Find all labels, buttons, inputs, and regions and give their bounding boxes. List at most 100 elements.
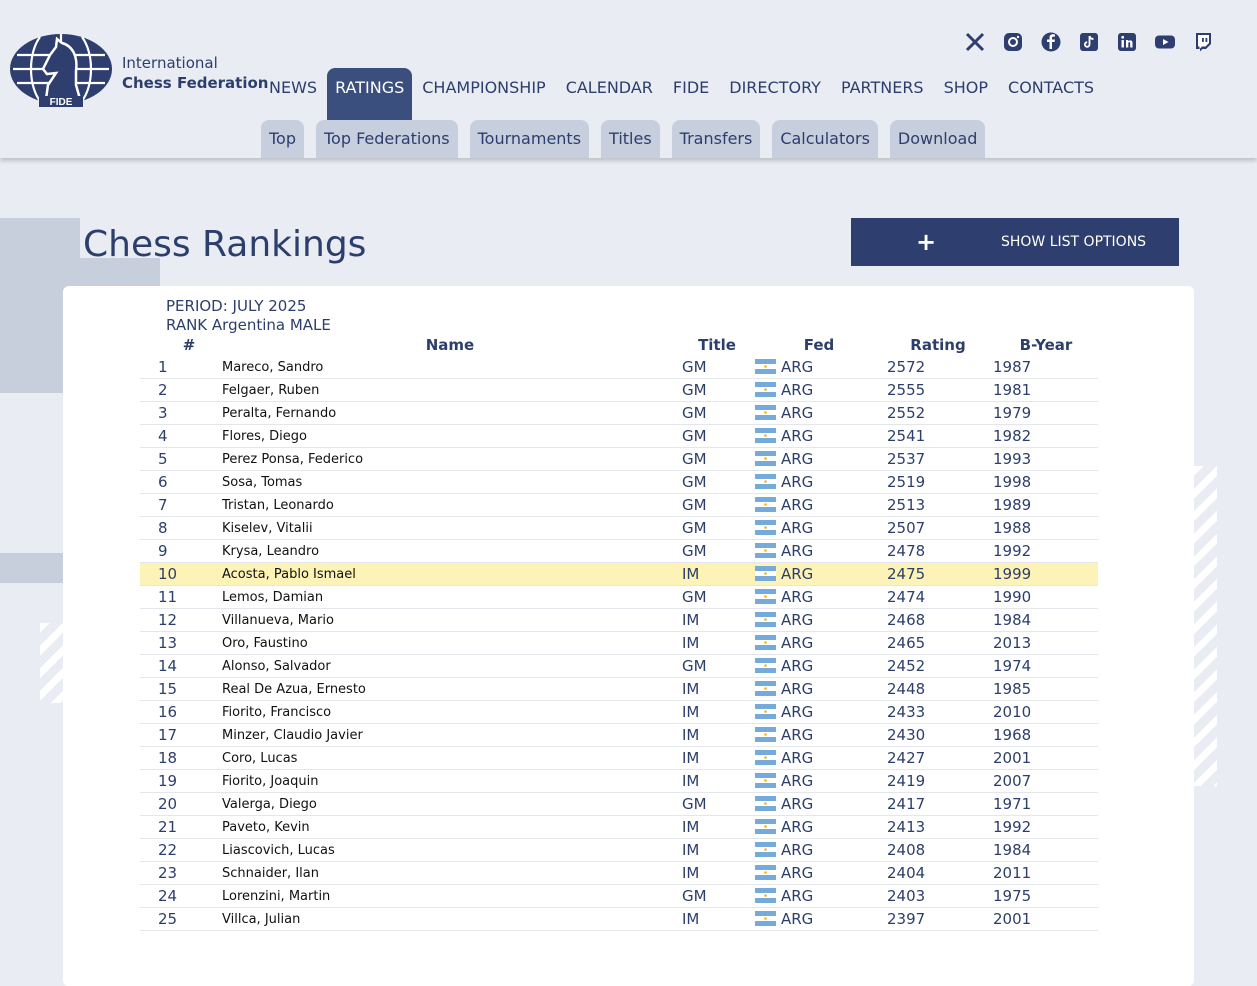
- player-name-link[interactable]: Paveto, Kevin: [222, 816, 310, 840]
- nav-news[interactable]: NEWS: [259, 68, 327, 120]
- table-row[interactable]: 19 Fiorito, Joaquin IM ARG 2419 2007: [140, 770, 1098, 793]
- player-name-link[interactable]: Alonso, Salvador: [222, 655, 331, 679]
- fide-logo[interactable]: FIDE: [10, 33, 112, 107]
- rank-cell: 17: [158, 726, 178, 744]
- table-row[interactable]: 14 Alonso, Salvador GM ARG 2452 1974: [140, 655, 1098, 678]
- table-row[interactable]: 13 Oro, Faustino IM ARG 2465 2013: [140, 632, 1098, 655]
- table-row[interactable]: 11 Lemos, Damian GM ARG 2474 1990: [140, 586, 1098, 609]
- player-name-link[interactable]: Tristan, Leonardo: [222, 494, 334, 518]
- show-list-options-button[interactable]: + SHOW LIST OPTIONS: [851, 218, 1179, 266]
- x-icon[interactable]: [964, 31, 986, 53]
- table-row[interactable]: 7 Tristan, Leonardo GM ARG 2513 1989: [140, 494, 1098, 517]
- table-row[interactable]: 18 Coro, Lucas IM ARG 2427 2001: [140, 747, 1098, 770]
- table-row[interactable]: 5 Perez Ponsa, Federico GM ARG 2537 1993: [140, 448, 1098, 471]
- subnav-download[interactable]: Download: [889, 120, 986, 158]
- table-row[interactable]: 1 Mareco, Sandro GM ARG 2572 1987: [140, 356, 1098, 379]
- col-header-byear[interactable]: B-Year: [1012, 336, 1080, 354]
- player-name-link[interactable]: Peralta, Fernando: [222, 402, 336, 426]
- col-header-rating[interactable]: Rating: [904, 336, 972, 354]
- table-row[interactable]: 20 Valerga, Diego GM ARG 2417 1971: [140, 793, 1098, 816]
- table-row[interactable]: 2 Felgaer, Ruben GM ARG 2555 1981: [140, 379, 1098, 402]
- player-name-link[interactable]: Oro, Faustino: [222, 632, 308, 656]
- rating-cell: 2507: [887, 519, 926, 537]
- table-row[interactable]: 21 Paveto, Kevin IM ARG 2413 1992: [140, 816, 1098, 839]
- linkedin-icon[interactable]: [1116, 31, 1138, 53]
- title-cell: IM: [682, 726, 700, 744]
- youtube-icon[interactable]: [1154, 31, 1176, 53]
- col-header-rank[interactable]: #: [182, 336, 196, 354]
- player-name-link[interactable]: Perez Ponsa, Federico: [222, 448, 363, 472]
- table-row[interactable]: 12 Villanueva, Mario IM ARG 2468 1984: [140, 609, 1098, 632]
- nav-shop[interactable]: SHOP: [934, 68, 998, 120]
- rank-cell: 13: [158, 634, 178, 652]
- player-name-link[interactable]: Valerga, Diego: [222, 793, 317, 817]
- table-row[interactable]: 9 Krysa, Leandro GM ARG 2478 1992: [140, 540, 1098, 563]
- player-name-link[interactable]: Lemos, Damian: [222, 586, 323, 610]
- nav-partners[interactable]: PARTNERS: [831, 68, 934, 120]
- table-row[interactable]: 23 Schnaider, Ilan IM ARG 2404 2011: [140, 862, 1098, 885]
- argentina-flag-icon: [755, 680, 776, 696]
- player-name-link[interactable]: Krysa, Leandro: [222, 540, 319, 564]
- nav-championship[interactable]: CHAMPIONSHIP: [412, 68, 555, 120]
- table-row[interactable]: 4 Flores, Diego GM ARG 2541 1982: [140, 425, 1098, 448]
- player-name-link[interactable]: Fiorito, Joaquin: [222, 770, 318, 794]
- player-name-link[interactable]: Flores, Diego: [222, 425, 307, 449]
- nav-calendar[interactable]: CALENDAR: [556, 68, 663, 120]
- rank-cell: 24: [158, 887, 178, 905]
- table-row[interactable]: 24 Lorenzini, Martin GM ARG 2403 1975: [140, 885, 1098, 908]
- subnav-tournaments[interactable]: Tournaments: [469, 120, 590, 158]
- table-row[interactable]: 6 Sosa, Tomas GM ARG 2519 1998: [140, 471, 1098, 494]
- player-name-link[interactable]: Lorenzini, Martin: [222, 885, 330, 909]
- table-row[interactable]: 10 Acosta, Pablo Ismael IM ARG 2475 1999: [140, 563, 1098, 586]
- player-name-link[interactable]: Mareco, Sandro: [222, 356, 323, 380]
- subnav-titles[interactable]: Titles: [601, 120, 660, 158]
- table-row[interactable]: 22 Liascovich, Lucas IM ARG 2408 1984: [140, 839, 1098, 862]
- player-name-link[interactable]: Villanueva, Mario: [222, 609, 334, 633]
- table-row[interactable]: 17 Minzer, Claudio Javier IM ARG 2430 1968: [140, 724, 1098, 747]
- table-row[interactable]: 16 Fiorito, Francisco IM ARG 2433 2010: [140, 701, 1098, 724]
- table-row[interactable]: 8 Kiselev, Vitalii GM ARG 2507 1988: [140, 517, 1098, 540]
- subnav-transfers[interactable]: Transfers: [671, 120, 761, 158]
- rank-cell: 25: [158, 910, 178, 928]
- table-row[interactable]: 15 Real De Azua, Ernesto IM ARG 2448 1985: [140, 678, 1098, 701]
- byear-cell: 1984: [993, 841, 1032, 859]
- nav-contacts[interactable]: CONTACTS: [998, 68, 1104, 120]
- brand-name[interactable]: International Chess Federation: [122, 53, 268, 93]
- player-name-link[interactable]: Sosa, Tomas: [222, 471, 302, 495]
- table-row[interactable]: 25 Villca, Julian IM ARG 2397 2001: [140, 908, 1098, 931]
- col-header-fed[interactable]: Fed: [795, 336, 843, 354]
- player-name-link[interactable]: Kiselev, Vitalii: [222, 517, 313, 541]
- nav-fide[interactable]: FIDE: [663, 68, 719, 120]
- decor-stripes: [1194, 466, 1217, 786]
- player-name-link[interactable]: Felgaer, Ruben: [222, 379, 319, 403]
- player-name-link[interactable]: Acosta, Pablo Ismael: [222, 563, 356, 587]
- fed-cell: ARG: [781, 519, 814, 537]
- title-cell: GM: [682, 519, 707, 537]
- subnav-top-federations[interactable]: Top Federations: [316, 120, 458, 158]
- facebook-icon[interactable]: [1040, 31, 1062, 53]
- table-row[interactable]: 3 Peralta, Fernando GM ARG 2552 1979: [140, 402, 1098, 425]
- player-name-link[interactable]: Villca, Julian: [222, 908, 300, 932]
- tiktok-icon[interactable]: [1078, 31, 1100, 53]
- title-cell: GM: [682, 404, 707, 422]
- decor-stripes: [40, 623, 63, 703]
- col-header-title[interactable]: Title: [690, 336, 744, 354]
- subnav-calculators[interactable]: Calculators: [772, 120, 878, 158]
- player-name-link[interactable]: Schnaider, Ilan: [222, 862, 319, 886]
- argentina-flag-icon: [755, 772, 776, 788]
- nav-ratings[interactable]: RATINGS: [327, 68, 413, 120]
- title-cell: IM: [682, 772, 700, 790]
- twitch-icon[interactable]: [1192, 31, 1214, 53]
- player-name-link[interactable]: Real De Azua, Ernesto: [222, 678, 366, 702]
- player-name-link[interactable]: Coro, Lucas: [222, 747, 297, 771]
- rating-cell: 2408: [887, 841, 926, 859]
- title-cell: GM: [682, 496, 707, 514]
- player-name-link[interactable]: Liascovich, Lucas: [222, 839, 335, 863]
- nav-directory[interactable]: DIRECTORY: [719, 68, 831, 120]
- instagram-icon[interactable]: [1002, 31, 1024, 53]
- argentina-flag-icon: [755, 726, 776, 742]
- col-header-name[interactable]: Name: [400, 336, 500, 354]
- player-name-link[interactable]: Minzer, Claudio Javier: [222, 724, 363, 748]
- subnav-top[interactable]: Top: [261, 120, 304, 158]
- player-name-link[interactable]: Fiorito, Francisco: [222, 701, 331, 725]
